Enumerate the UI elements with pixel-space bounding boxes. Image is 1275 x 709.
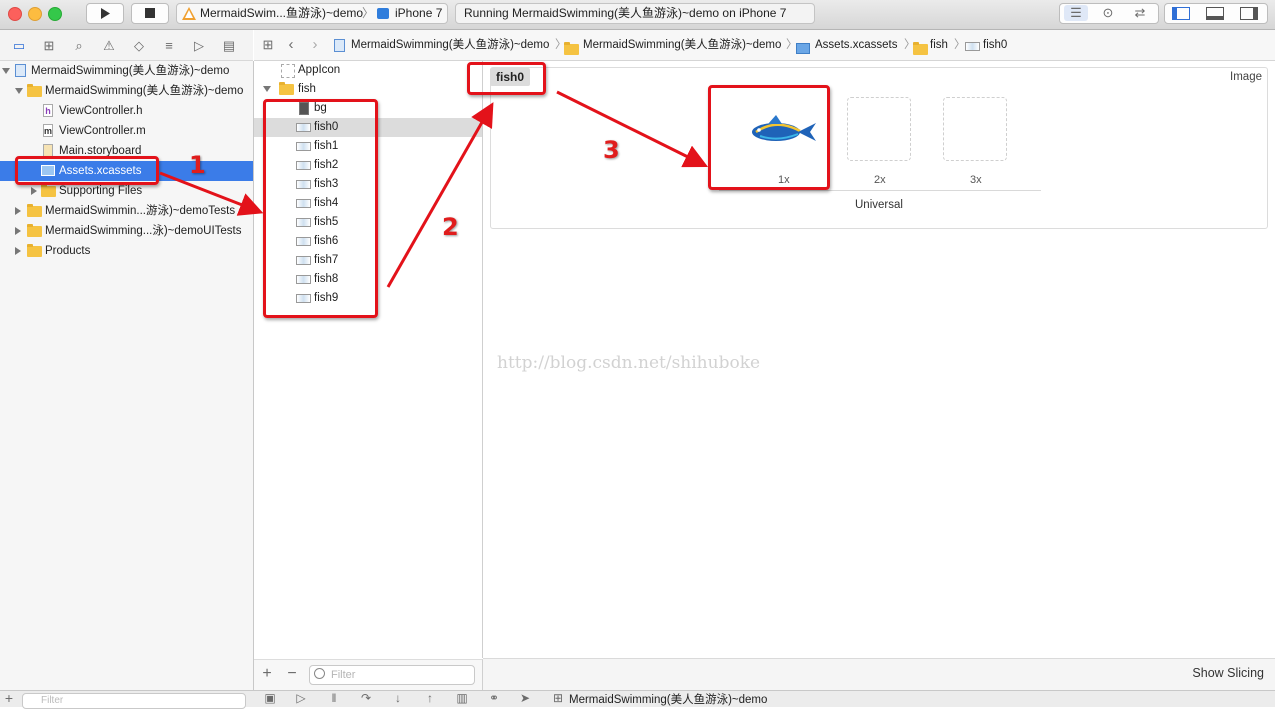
arrow-step-3 [556,90,709,168]
arrow-step-2 [386,102,494,288]
arrow-step-1 [159,171,264,216]
annotation-arrows [159,90,709,288]
